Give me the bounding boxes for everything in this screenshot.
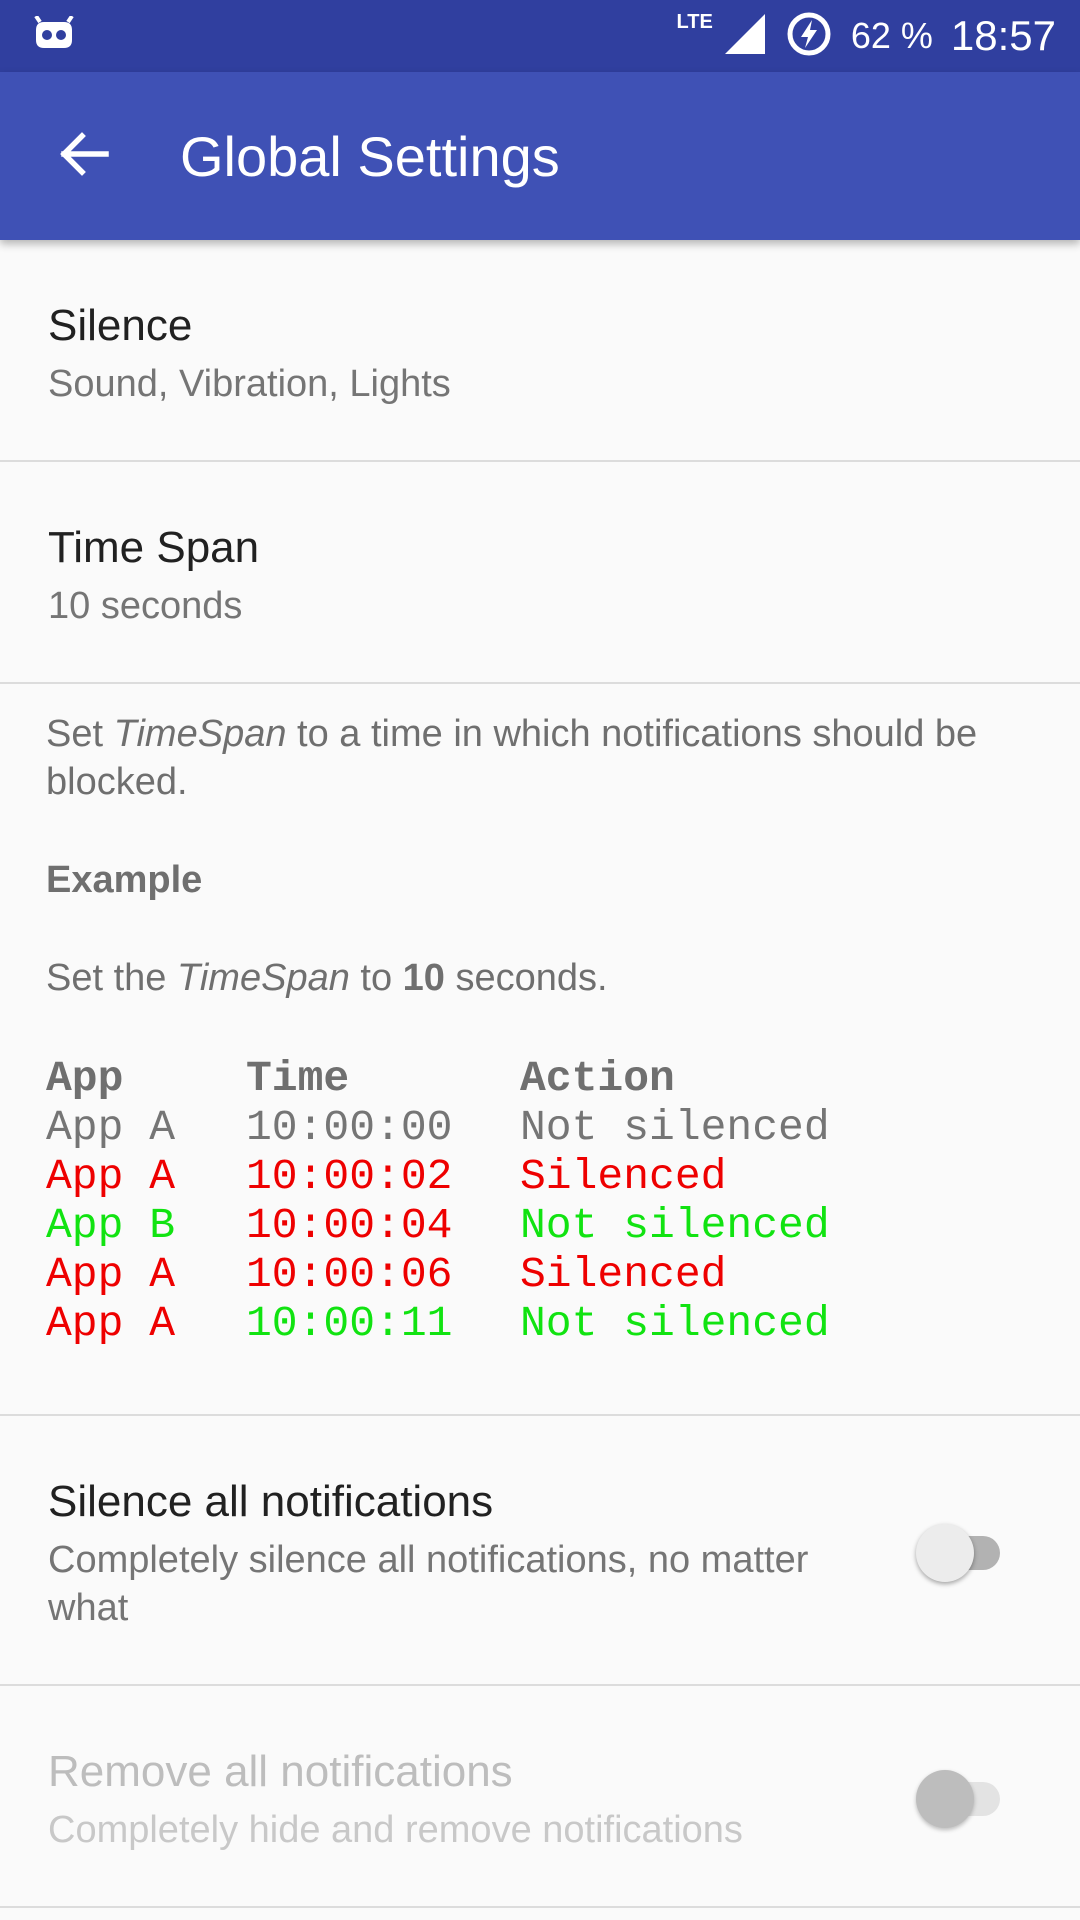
app-cell: App A	[46, 1250, 176, 1299]
pref-silence-all-summary: Completely silence all notifications, no…	[48, 1539, 809, 1629]
time-cell: 10:00:02	[246, 1152, 453, 1201]
preference-list: Silence Sound, Vibration, Lights Time Sp…	[0, 240, 1080, 1908]
action-cell: Not silenced	[520, 1299, 830, 1348]
pref-time-span[interactable]: Time Span 10 seconds	[0, 462, 1080, 684]
time-cell: 10:00:00	[246, 1103, 453, 1152]
action-cell: Silenced	[520, 1250, 727, 1299]
pref-remove-all-summary: Completely hide and remove notifications	[48, 1809, 743, 1851]
app-cell: App B	[46, 1201, 176, 1250]
app-cell: App A	[46, 1299, 176, 1348]
pref-remove-all-title: Remove all notifications	[48, 1747, 513, 1796]
table-row: App A 10:00:11 Not silenced	[46, 1299, 830, 1348]
pref-silence-summary: Sound, Vibration, Lights	[48, 363, 451, 405]
app-cell: App A	[46, 1152, 176, 1201]
app-cell: App A	[46, 1103, 176, 1152]
status-bar: LTE 62 % 18:57	[0, 0, 1080, 72]
page-title: Global Settings	[180, 124, 560, 188]
cyanogen-icon	[32, 14, 76, 57]
battery-percent: 62 %	[850, 15, 933, 56]
example-heading: Example	[46, 859, 203, 901]
back-button[interactable]	[24, 96, 144, 216]
pref-time-span-title: Time Span	[48, 523, 260, 572]
pref-silence[interactable]: Silence Sound, Vibration, Lights	[0, 240, 1080, 462]
time-cell: 10:00:06	[246, 1250, 453, 1299]
example-table: App Time Action App A 10:00:00 Not silence…	[46, 1054, 830, 1348]
pref-time-span-summary: 10 seconds	[48, 585, 243, 627]
pref-silence-all-title: Silence all notifications	[48, 1477, 494, 1526]
signal-icon	[723, 12, 767, 61]
switch-thumb	[916, 1770, 974, 1828]
action-cell: Silenced	[520, 1152, 727, 1201]
table-header: App Time Action	[46, 1054, 830, 1103]
time-span-explanation: Set TimeSpan to a time in which notifica…	[0, 684, 1080, 1416]
app-bar: Global Settings	[0, 72, 1080, 240]
status-left	[32, 14, 76, 57]
network-type: LTE	[676, 10, 713, 33]
table-row: App A 10:00:06 Silenced	[46, 1250, 830, 1299]
table-row: App A 10:00:00 Not silenced	[46, 1103, 830, 1152]
table-row: App A 10:00:02 Silenced	[46, 1152, 830, 1201]
column-header-time: Time	[246, 1054, 350, 1103]
column-header-action: Action	[520, 1054, 675, 1103]
pref-silence-title: Silence	[48, 301, 193, 350]
pref-remove-all: Remove all notifications Completely hide…	[0, 1686, 1080, 1908]
action-cell: Not silenced	[520, 1201, 830, 1250]
switch-thumb	[916, 1524, 974, 1582]
battery-charging-icon	[785, 10, 833, 63]
column-header-app: App	[46, 1054, 124, 1103]
table-row: App B 10:00:04 Not silenced	[46, 1201, 830, 1250]
action-cell: Not silenced	[520, 1103, 830, 1152]
time-cell: 10:00:04	[246, 1201, 453, 1250]
remove-all-switch	[916, 1766, 1000, 1828]
time-cell: 10:00:11	[246, 1299, 453, 1348]
arrow-back-icon	[58, 128, 110, 185]
silence-all-switch[interactable]	[916, 1520, 1000, 1582]
pref-silence-all[interactable]: Silence all notifications Completely sil…	[0, 1416, 1080, 1686]
example-text: Set the TimeSpan to 10 seconds.	[46, 957, 608, 999]
status-right: LTE 62 % 18:57	[677, 10, 1056, 63]
info-intro: Set TimeSpan to a time in which notifica…	[46, 713, 978, 803]
status-clock: 18:57	[950, 12, 1056, 59]
